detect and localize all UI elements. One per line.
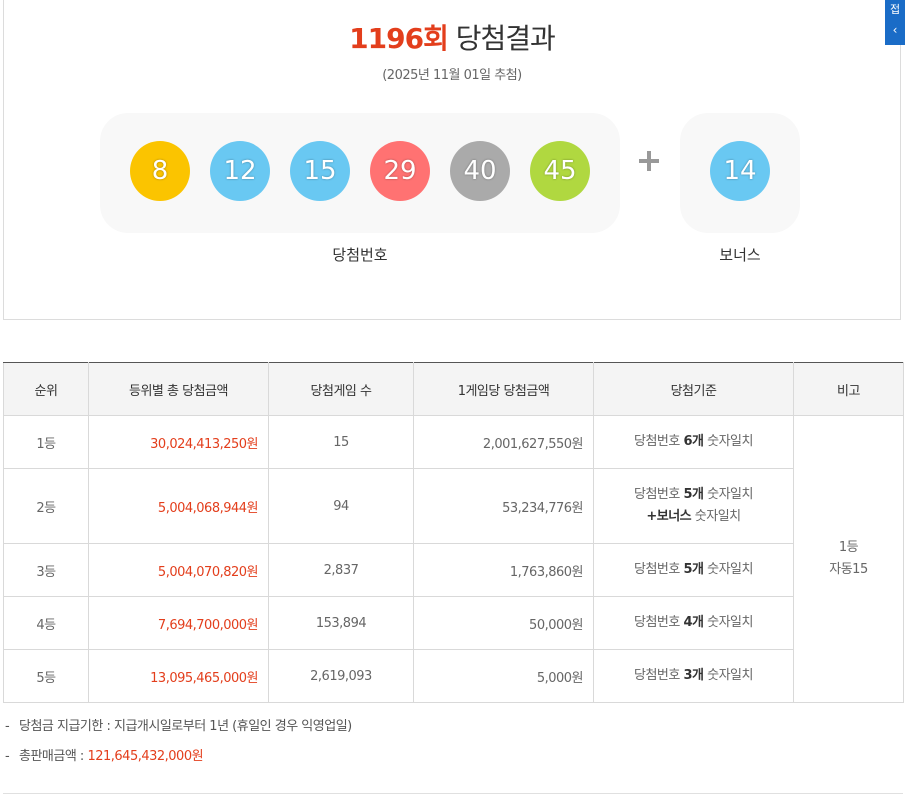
winning-ball-5: 40	[450, 141, 510, 201]
prize-per-game-cell: 1,763,860원	[413, 543, 594, 597]
criteria-text: 숫자일치	[703, 615, 753, 630]
winning-ball-3: 15	[290, 141, 350, 201]
bonus-ball: 14	[710, 141, 770, 201]
total-sales-value: 121,645,432,000원	[87, 749, 204, 764]
criteria-text: 숫자일치	[691, 509, 741, 524]
note-rank: 1등	[838, 540, 859, 555]
result-title-label: 당첨결과	[455, 22, 556, 55]
collapse-label: 접	[889, 3, 901, 16]
draw-date: (2025년 11월 01일 추첨)	[382, 68, 522, 83]
winning-numbers-caption: 당첨번호	[332, 246, 388, 264]
criteria-count: 4개	[683, 615, 704, 630]
winner-count-cell: 2,619,093	[268, 649, 414, 703]
table-row: 3등 5,004,070,820원 2,837 1,763,860원 당첨번호 …	[3, 543, 904, 597]
criteria-cell: 당첨번호 5개 숫자일치 +보너스 숫자일치	[593, 468, 794, 544]
result-title: 1196회 당첨결과	[4, 21, 900, 57]
table-row: 4등 7,694,700,000원 153,894 50,000원 당첨번호 4…	[3, 596, 904, 650]
table-header-row: 순위 등위별 총 당첨금액 당첨게임 수 1게임당 당첨금액 당첨기준 비고	[3, 362, 904, 416]
rank-cell: 3등	[3, 543, 89, 597]
total-prize-cell: 30,024,413,250원	[88, 415, 269, 469]
criteria-cell: 당첨번호 6개 숫자일치	[593, 415, 794, 469]
prize-per-game-cell: 50,000원	[413, 596, 594, 650]
collapse-side-tab[interactable]: 접 ‹	[885, 0, 905, 45]
criteria-count: 5개	[683, 562, 704, 577]
winning-ball-1: 8	[130, 141, 190, 201]
criteria-bonus: +보너스	[646, 509, 692, 524]
criteria-text: 숫자일치	[703, 487, 753, 502]
winning-ball-2: 12	[210, 141, 270, 201]
criteria-cell: 당첨번호 5개 숫자일치	[593, 543, 794, 597]
criteria-text: 숫자일치	[703, 668, 753, 683]
criteria-text: 숫자일치	[703, 562, 753, 577]
chevron-left-icon: ‹	[892, 23, 898, 37]
rank-cell: 5등	[3, 649, 89, 703]
winner-count-cell: 15	[268, 415, 414, 469]
winning-ball-6: 45	[530, 141, 590, 201]
bonus-caption: 보너스	[719, 246, 761, 264]
criteria-cell: 당첨번호 4개 숫자일치	[593, 596, 794, 650]
divider	[3, 793, 903, 794]
header-criteria: 당첨기준	[593, 362, 794, 416]
criteria-text: 숫자일치	[703, 434, 753, 449]
header-winner-count: 당첨게임 수	[268, 362, 414, 416]
note-auto-count: 자동15	[829, 562, 868, 577]
criteria-text: 당첨번호	[634, 668, 684, 683]
prize-per-game-cell: 53,234,776원	[413, 468, 594, 544]
winner-count-cell: 94	[268, 468, 414, 544]
prize-table: 순위 등위별 총 당첨금액 당첨게임 수 1게임당 당첨금액 당첨기준 비고 1…	[3, 362, 904, 703]
bullet-dash: -	[5, 719, 10, 734]
table-row: 2등 5,004,068,944원 94 53,234,776원 당첨번호 5개…	[3, 468, 904, 544]
total-sales-label: 총판매금액 :	[19, 749, 88, 764]
note-item-deadline: - 당첨금 지급기한 : 지급개시일로부터 1년 (휴일인 경우 익영업일)	[5, 716, 352, 746]
rank-cell: 4등	[3, 596, 89, 650]
table-row: 1등 30,024,413,250원 15 2,001,627,550원 당첨번…	[3, 415, 904, 703]
total-prize-cell: 13,095,465,000원	[88, 649, 269, 703]
round-number: 1196회	[349, 22, 449, 55]
prize-per-game-cell: 2,001,627,550원	[413, 415, 594, 469]
prize-per-game-cell: 5,000원	[413, 649, 594, 703]
header-prize-per-game: 1게임당 당첨금액	[413, 362, 594, 416]
criteria-cell: 당첨번호 3개 숫자일치	[593, 649, 794, 703]
total-prize-cell: 7,694,700,000원	[88, 596, 269, 650]
winning-ball-4: 29	[370, 141, 430, 201]
criteria-text: 당첨번호	[634, 615, 684, 630]
criteria-count: 6개	[683, 434, 704, 449]
criteria-text: 당첨번호	[634, 434, 684, 449]
notes-list: - 당첨금 지급기한 : 지급개시일로부터 1년 (휴일인 경우 익영업일) -총…	[5, 716, 352, 776]
criteria-count: 3개	[683, 668, 704, 683]
criteria-text: 당첨번호	[634, 487, 684, 502]
criteria-count: 5개	[683, 487, 704, 502]
table-row: 5등 13,095,465,000원 2,619,093 5,000원 당첨번호…	[3, 649, 904, 703]
total-prize-cell: 5,004,070,820원	[88, 543, 269, 597]
header-total-prize: 등위별 총 당첨금액	[88, 362, 269, 416]
winner-count-cell: 2,837	[268, 543, 414, 597]
winning-numbers-panel: 8 12 15 29 40 45	[100, 113, 620, 233]
header-note: 비고	[793, 362, 904, 416]
winner-count-cell: 153,894	[268, 596, 414, 650]
note-cell: 1등 자동15	[793, 415, 904, 703]
bullet-dash: -	[5, 749, 10, 764]
total-prize-cell: 5,004,068,944원	[88, 468, 269, 544]
rank-cell: 2등	[3, 468, 89, 544]
plus-icon	[639, 151, 659, 171]
payment-deadline-text: 당첨금 지급기한 : 지급개시일로부터 1년 (휴일인 경우 익영업일)	[19, 719, 352, 734]
rank-cell: 1등	[3, 415, 89, 469]
bonus-number-panel: 14	[680, 113, 800, 233]
criteria-text: 당첨번호	[634, 562, 684, 577]
header-rank: 순위	[3, 362, 89, 416]
note-item-sales: - 총판매금액 : 121,645,432,000원	[5, 746, 352, 776]
